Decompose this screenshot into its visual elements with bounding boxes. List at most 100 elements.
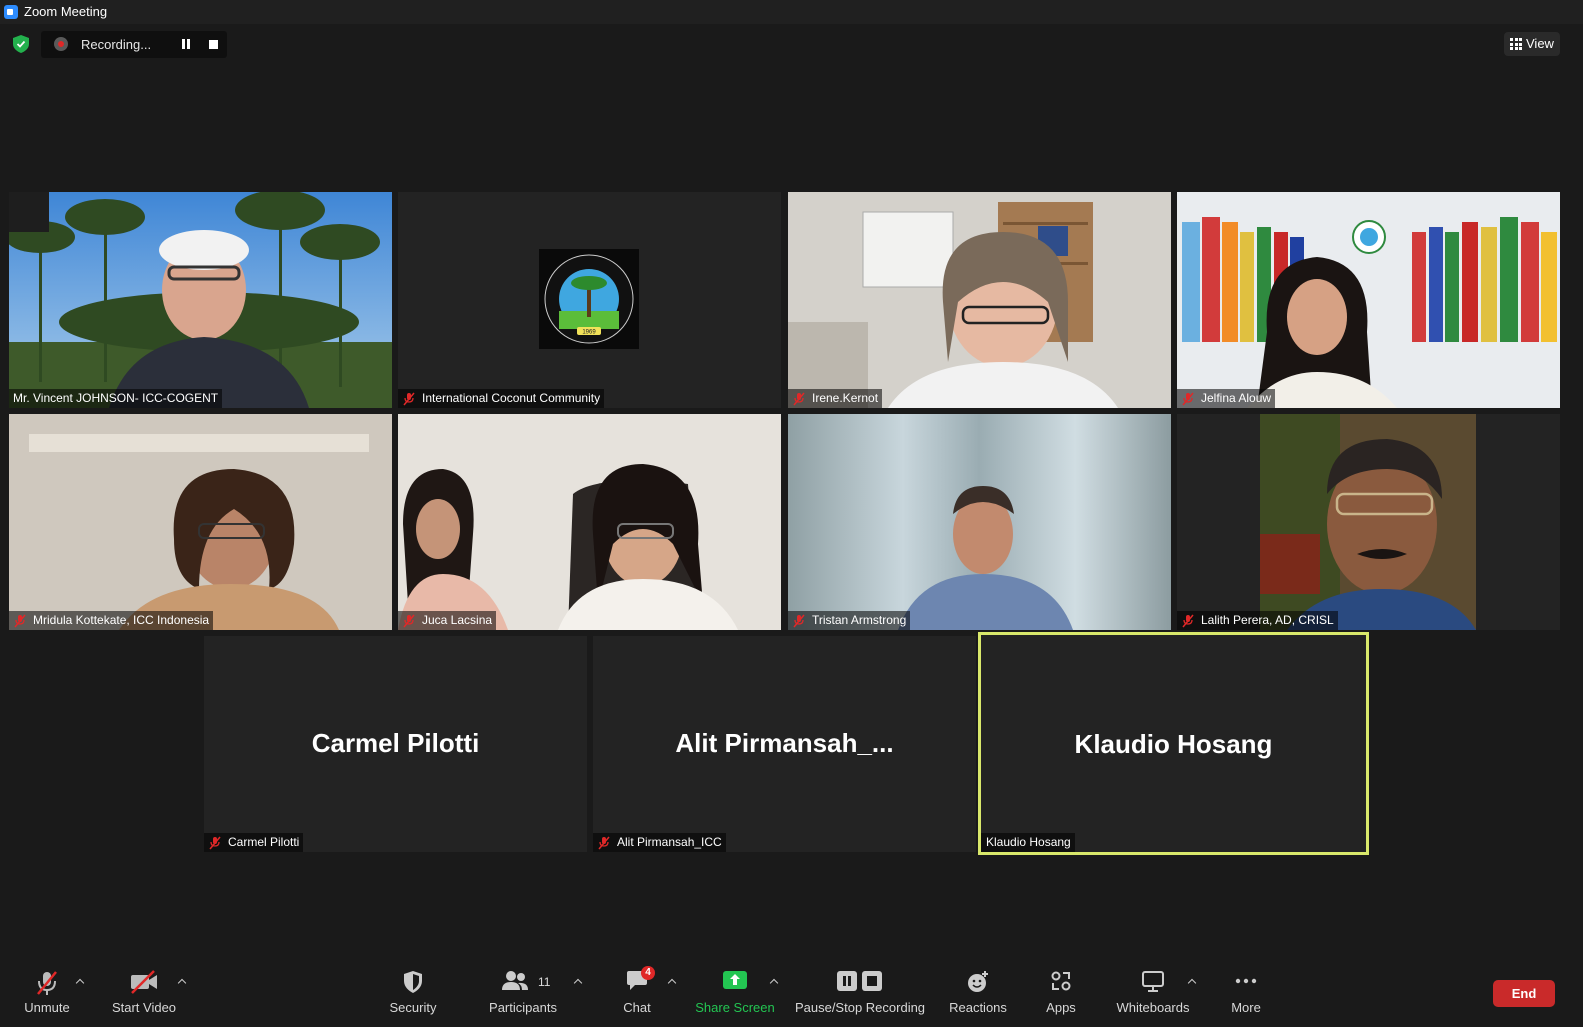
participant-name: Irene.Kernot xyxy=(812,391,879,405)
participants-button[interactable]: 11 Participants xyxy=(482,958,564,1027)
participant-nametag: Irene.Kernot xyxy=(788,389,883,408)
participant-name: International Coconut Community xyxy=(422,391,601,405)
security-button[interactable]: Security xyxy=(378,958,448,1027)
muted-mic-icon xyxy=(598,836,610,849)
participant-display-name: Alit Pirmansah_... xyxy=(675,728,894,758)
participant-name: Mr. Vincent JOHNSON- ICC-COGENT xyxy=(13,391,219,405)
end-meeting-button[interactable]: End xyxy=(1493,980,1555,1007)
video-off-icon xyxy=(131,970,157,994)
participant-nametag: Klaudio Hosang xyxy=(981,833,1075,852)
whiteboards-button[interactable]: Whiteboards xyxy=(1110,958,1196,1027)
participant-video xyxy=(1177,414,1560,630)
chat-label: Chat xyxy=(623,1000,651,1015)
icc-logo-year: 1969 xyxy=(582,330,596,336)
video-tile-carmel[interactable]: Carmel Pilotti Carmel Pilotti xyxy=(204,636,587,852)
chat-unread-badge: 4 xyxy=(641,966,655,980)
video-tile-jelfina[interactable]: Jelfina Alouw xyxy=(1177,192,1560,408)
muted-mic-icon xyxy=(209,836,221,849)
share-options-chevron-icon[interactable] xyxy=(770,978,778,986)
participants-count: 11 xyxy=(538,975,551,989)
window-title: Zoom Meeting xyxy=(24,4,108,19)
muted-mic-icon xyxy=(793,614,805,627)
view-button[interactable]: View xyxy=(1504,32,1560,56)
audio-options-chevron-icon[interactable] xyxy=(76,978,84,986)
chat-options-chevron-icon[interactable] xyxy=(668,978,676,986)
mic-muted-icon xyxy=(37,971,57,995)
video-tile-alit[interactable]: Alit Pirmansah_... Alit Pirmansah_ICC xyxy=(593,636,976,852)
stop-recording-icon[interactable] xyxy=(209,40,218,49)
apps-button[interactable]: Apps xyxy=(1036,958,1086,1027)
unmute-label: Unmute xyxy=(24,1000,70,1015)
whiteboards-label: Whiteboards xyxy=(1116,1000,1190,1015)
more-dots-icon xyxy=(1235,978,1257,984)
participant-display-name: Carmel Pilotti xyxy=(311,728,480,758)
participant-nametag: Mr. Vincent JOHNSON- ICC-COGENT xyxy=(9,389,223,408)
participants-icon xyxy=(501,971,528,990)
video-tile-vincent[interactable]: Mr. Vincent JOHNSON- ICC-COGENT xyxy=(9,192,392,408)
video-tile-lalith[interactable]: Lalith Perera, AD, CRISL xyxy=(1177,414,1560,630)
recording-indicator: Recording... xyxy=(41,31,227,58)
muted-mic-icon xyxy=(793,392,805,405)
start-video-label: Start Video xyxy=(111,1000,177,1015)
video-tile-juca[interactable]: Juca Lacsina xyxy=(398,414,781,630)
view-button-label: View xyxy=(1526,36,1554,51)
share-screen-button[interactable]: Share Screen xyxy=(692,958,778,1027)
window-titlebar: Zoom Meeting xyxy=(0,0,1583,24)
pause-stop-recording-button[interactable]: Pause/Stop Recording xyxy=(790,958,930,1027)
more-label: More xyxy=(1231,1000,1261,1015)
participant-name: Jelfina Alouw xyxy=(1201,391,1272,405)
video-tile-mridula[interactable]: Mridula Kottekate, ICC Indonesia xyxy=(9,414,392,630)
video-tile-icc[interactable]: 1969 International Coconut Community xyxy=(398,192,781,408)
whiteboard-icon xyxy=(1142,971,1164,992)
whiteboards-options-chevron-icon[interactable] xyxy=(1188,978,1196,986)
participant-video xyxy=(9,192,392,408)
participant-nametag: Juca Lacsina xyxy=(398,611,497,630)
participant-name: Tristan Armstrong xyxy=(812,613,907,627)
apps-label: Apps xyxy=(1046,1000,1076,1015)
more-button[interactable]: More xyxy=(1220,958,1272,1027)
participants-options-chevron-icon[interactable] xyxy=(574,978,582,986)
participant-name: Juca Lacsina xyxy=(422,613,493,627)
recording-dot-icon xyxy=(54,37,68,51)
participant-nametag: Alit Pirmansah_ICC xyxy=(593,833,726,852)
participant-nametag: Carmel Pilotti xyxy=(204,833,304,852)
start-video-button[interactable]: Start Video xyxy=(104,958,184,1027)
grid-view-icon xyxy=(1510,38,1522,50)
participant-display-name: Klaudio Hosang xyxy=(1074,729,1273,759)
zoom-app-icon xyxy=(4,5,18,19)
muted-mic-icon xyxy=(403,392,415,405)
share-screen-icon xyxy=(723,971,747,989)
participant-nametag: Tristan Armstrong xyxy=(788,611,911,630)
pause-recording-icon[interactable] xyxy=(181,39,191,49)
security-shield-icon xyxy=(404,971,422,993)
video-options-chevron-icon[interactable] xyxy=(178,978,186,986)
apps-icon xyxy=(1051,971,1071,991)
reactions-button[interactable]: Reactions xyxy=(944,958,1012,1027)
reactions-smiley-icon xyxy=(968,971,988,992)
participant-nametag: Jelfina Alouw xyxy=(1177,389,1276,408)
muted-mic-icon xyxy=(14,614,26,627)
participant-name: Carmel Pilotti xyxy=(228,835,300,849)
muted-mic-icon xyxy=(1182,614,1194,627)
video-tile-tristan[interactable]: Tristan Armstrong xyxy=(788,414,1171,630)
video-tile-irene[interactable]: Irene.Kernot xyxy=(788,192,1171,408)
participant-nametag: Mridula Kottekate, ICC Indonesia xyxy=(9,611,214,630)
encryption-shield-icon[interactable] xyxy=(13,35,29,53)
icc-logo-icon: 1969 xyxy=(539,249,639,349)
participant-name: Mridula Kottekate, ICC Indonesia xyxy=(33,613,210,627)
participant-nametag: International Coconut Community xyxy=(398,389,605,408)
share-screen-label: Share Screen xyxy=(695,1000,775,1015)
participant-name: Alit Pirmansah_ICC xyxy=(617,835,722,849)
participants-label: Participants xyxy=(489,1000,557,1015)
participant-nametag: Lalith Perera, AD, CRISL xyxy=(1177,611,1338,630)
chat-button[interactable]: 4 Chat xyxy=(612,958,662,1027)
video-tile-klaudio-active-speaker[interactable]: Klaudio Hosang Klaudio Hosang xyxy=(978,632,1369,855)
unmute-button[interactable]: Unmute xyxy=(14,958,80,1027)
meeting-toolbar: Unmute Start Video Security 11 Participa… xyxy=(0,958,1583,1027)
participant-video xyxy=(788,414,1171,630)
muted-mic-icon xyxy=(1182,392,1194,405)
muted-mic-icon xyxy=(403,614,415,627)
reactions-label: Reactions xyxy=(949,1000,1007,1015)
participant-video xyxy=(398,414,781,630)
participant-video xyxy=(9,414,392,630)
